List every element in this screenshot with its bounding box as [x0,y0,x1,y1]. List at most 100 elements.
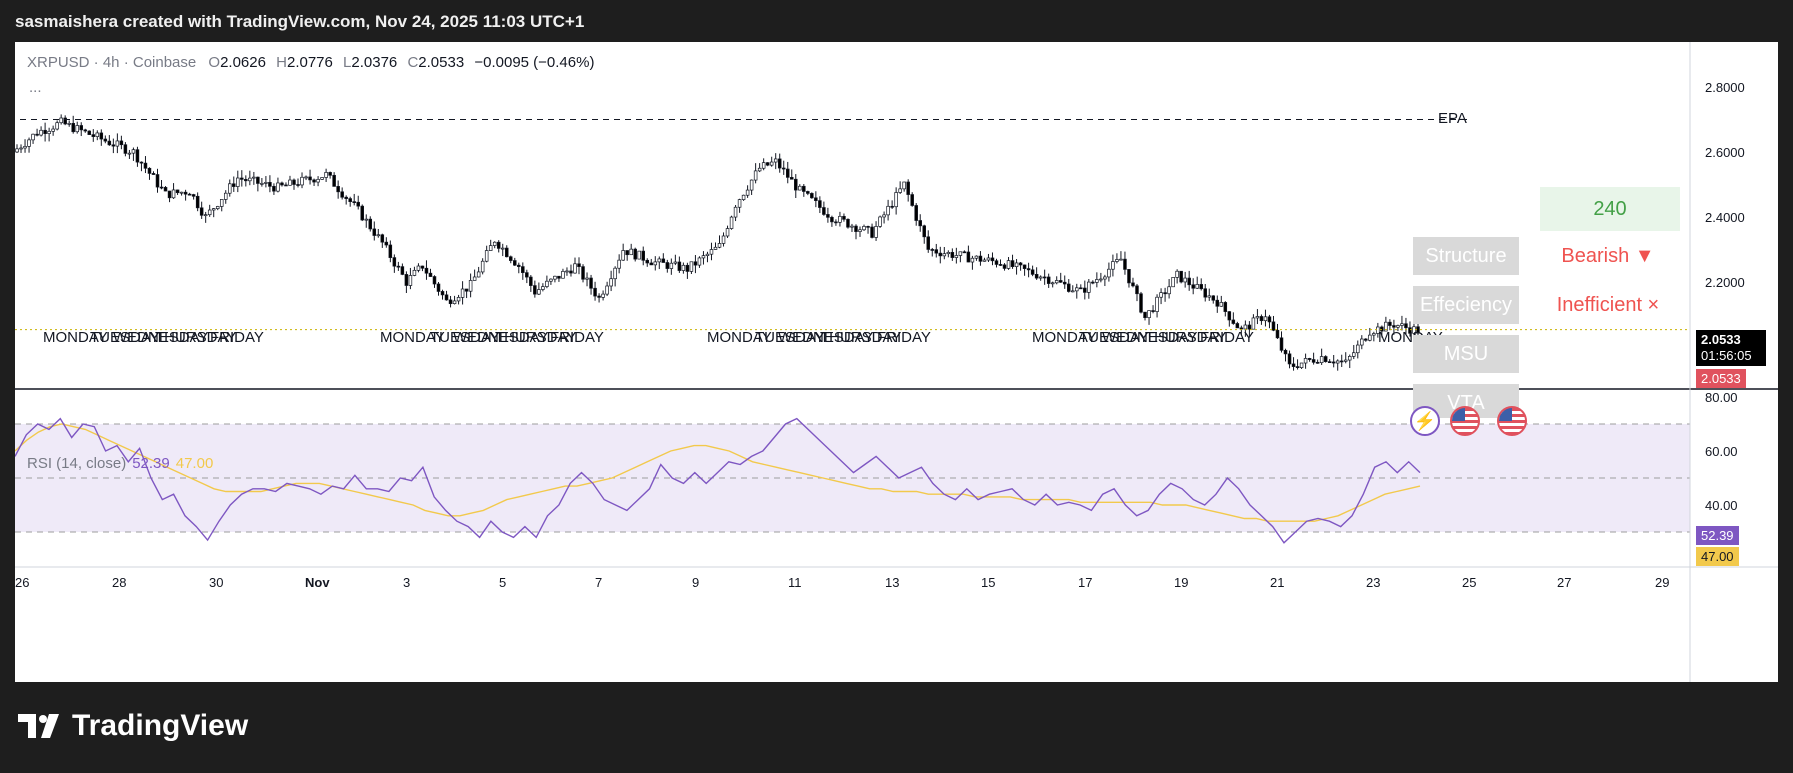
candle-body [87,130,92,135]
candle-body [280,182,284,186]
candle-body [1211,295,1216,301]
candle-body [838,215,842,223]
candle-body [324,172,328,178]
candle-body [589,277,593,289]
candle-body [918,220,922,227]
candle-body [802,185,806,192]
candle-body [123,144,128,154]
time-tick-label: 29 [1655,575,1669,590]
candle-body [139,161,144,164]
candle-body [1295,366,1300,368]
candle-body [1151,310,1155,312]
candle-body [1319,356,1324,364]
candle-body [15,148,19,153]
us-flag-icon[interactable] [1497,406,1527,436]
candle-body [440,291,445,296]
lightning-event-icon[interactable]: ⚡ [1410,406,1440,436]
candle-body [260,182,264,185]
candle-body [1259,316,1264,322]
time-tick-label: 21 [1270,575,1284,590]
candle-body [1360,338,1364,346]
candle-body [1388,321,1392,326]
open-label: O [208,54,221,71]
candle-body [288,179,292,186]
candle-body [942,253,947,257]
rsi-legend[interactable]: RSI (14, close) 52.39 47.00 [27,455,213,472]
candle-body [308,176,312,181]
candle-body [1400,323,1404,326]
symbol-label[interactable]: XRPUSD · 4h · Coinbase [27,54,196,71]
candle-body [23,146,27,149]
candle-body [1111,261,1115,270]
time-tick-label: 30 [209,575,223,590]
candle-body [171,189,176,199]
us-flag-icon[interactable] [1450,406,1480,436]
candle-body [958,251,963,256]
candle-body [71,122,75,133]
candle-body [1364,338,1368,341]
candle-body [1315,361,1320,364]
candle-body [452,300,457,305]
candle-body [1343,359,1348,362]
candle-body [862,226,866,231]
candle-body [822,207,826,215]
candle-body [1050,282,1055,285]
candle-body [1127,269,1131,284]
candle-body [1075,287,1079,292]
candle-body [159,186,164,189]
candle-body [400,266,405,275]
candle-body [1352,352,1356,357]
candle-body [521,266,525,273]
candle-body [79,125,83,131]
candle-body [203,214,208,217]
candle-body [685,264,690,272]
candle-body [1034,274,1039,279]
candle-body [990,257,995,262]
chart-panel[interactable]: MONDAY TUESDAY WEDNESDAY THURSDAY FRIDAY MOND… [15,42,1778,682]
candle-body [649,262,654,266]
candle-body [1071,290,1075,293]
change-value: −0.0095 (−0.46%) [474,54,595,71]
candle-body [460,288,465,298]
candle-body [569,270,573,274]
candle-body [107,140,112,146]
candle-body [713,246,718,250]
candle-body [39,129,43,136]
candle-body [593,287,597,297]
candle-body [163,187,168,192]
price-tick-label: 2.2000 [1705,275,1745,290]
candle-body [637,250,641,260]
candle-body [372,228,377,236]
candle-body [332,174,336,187]
tradingview-wordmark: TradingView [72,709,249,742]
close-label: C [407,54,419,71]
candle-body [697,257,702,266]
candle-body [998,264,1003,266]
candle-body [834,221,838,224]
candle-body [1103,276,1107,280]
candle-body [111,144,116,147]
candle-body [773,158,778,163]
candle-body [850,225,854,228]
tradingview-logo-icon [18,714,59,738]
rsi-value: 52.39 [132,455,170,472]
time-tick-label: 5 [499,575,506,590]
candle-body [765,162,770,166]
candle-body [340,191,344,198]
chart-banner: sasmaishera created with TradingView.com… [15,12,585,31]
structure-label: Structure [1413,237,1519,275]
candle-body [781,167,786,170]
candle-body [721,235,726,244]
candle-body [1323,356,1328,363]
candle-body [1299,362,1304,368]
high-label: H [276,54,287,71]
candle-body [1054,280,1059,284]
candle-body [1231,319,1236,324]
efficiency-label: Effeciency [1413,286,1519,324]
efficiency-value: Inefficient × [1556,293,1660,316]
rsi-ma-axis-label: 47.00 [1696,547,1739,566]
more-button[interactable]: ... [29,79,42,96]
tradingview-logo[interactable]: TradingView [18,709,248,743]
candle-body [1058,280,1063,283]
candle-body [1139,293,1143,313]
